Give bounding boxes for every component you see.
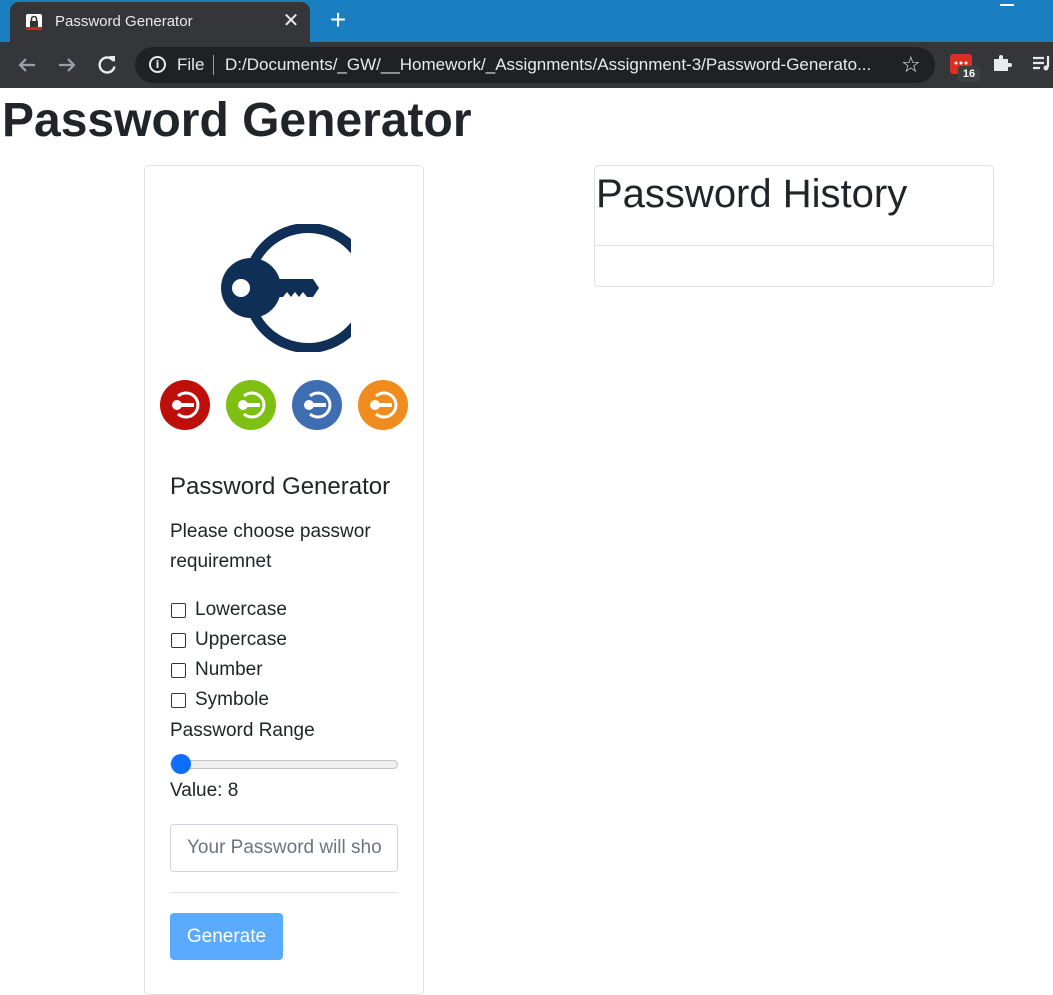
url-scheme: File: [177, 55, 205, 74]
card-divider: [170, 892, 398, 893]
uppercase-checkbox[interactable]: [171, 633, 186, 648]
tab-close-icon[interactable]: ✕: [280, 10, 302, 32]
back-arrow-icon[interactable]: [13, 51, 41, 79]
page-title: Password Generator: [2, 94, 472, 147]
browser-tab-strip: Password Generator ✕ +: [0, 0, 1053, 42]
symbole-checkbox[interactable]: [171, 693, 186, 708]
lowercase-checkbox[interactable]: [171, 603, 186, 618]
url-text[interactable]: D:/Documents/_GW/__Homework/_Assignments…: [225, 55, 885, 75]
number-label[interactable]: Number: [195, 655, 263, 685]
green-key-icon: [226, 380, 276, 430]
browser-toolbar: i File D:/Documents/_GW/__Homework/_Assi…: [0, 42, 1053, 88]
generator-card: Password Generator Please choose passwor…: [144, 165, 424, 995]
uppercase-label[interactable]: Uppercase: [195, 625, 287, 655]
lock-icon: [26, 14, 42, 30]
symbole-label[interactable]: Symbole: [195, 685, 269, 715]
range-slider-track[interactable]: [170, 760, 398, 769]
tab-title: Password Generator: [55, 13, 193, 30]
orange-key-icon: [358, 380, 408, 430]
blue-key-icon: [292, 380, 342, 430]
minimize-icon[interactable]: [1000, 4, 1014, 6]
red-key-icon: [160, 380, 210, 430]
address-bar[interactable]: i File D:/Documents/_GW/__Homework/_Assi…: [135, 47, 935, 83]
range-label: Password Range: [170, 720, 315, 741]
extension-badge: 16: [958, 66, 980, 82]
history-list: [595, 246, 993, 286]
generate-button[interactable]: Generate: [170, 913, 283, 960]
bookmark-star-icon[interactable]: ☆: [901, 52, 921, 78]
generator-heading: Password Generator: [170, 473, 391, 500]
forward-arrow-icon[interactable]: [53, 51, 81, 79]
range-slider-thumb[interactable]: [171, 754, 191, 774]
info-icon[interactable]: i: [149, 56, 166, 73]
scheme-divider: [213, 55, 214, 75]
history-card: Password History: [594, 165, 994, 287]
generator-description: Please choose passwor requiremnet: [170, 521, 371, 572]
extensions-puzzle-icon[interactable]: [990, 51, 1014, 75]
key-logo-icon: [221, 224, 351, 352]
range-value: Value: 8: [170, 780, 239, 801]
lowercase-label[interactable]: Lowercase: [195, 595, 287, 625]
password-output-field[interactable]: [170, 824, 398, 872]
media-playlist-icon[interactable]: [1030, 51, 1053, 75]
reload-icon[interactable]: [93, 51, 121, 79]
history-title: Password History: [596, 172, 908, 216]
browser-tab[interactable]: Password Generator ✕: [10, 2, 310, 42]
number-checkbox[interactable]: [171, 663, 186, 678]
new-tab-button[interactable]: +: [324, 6, 352, 34]
